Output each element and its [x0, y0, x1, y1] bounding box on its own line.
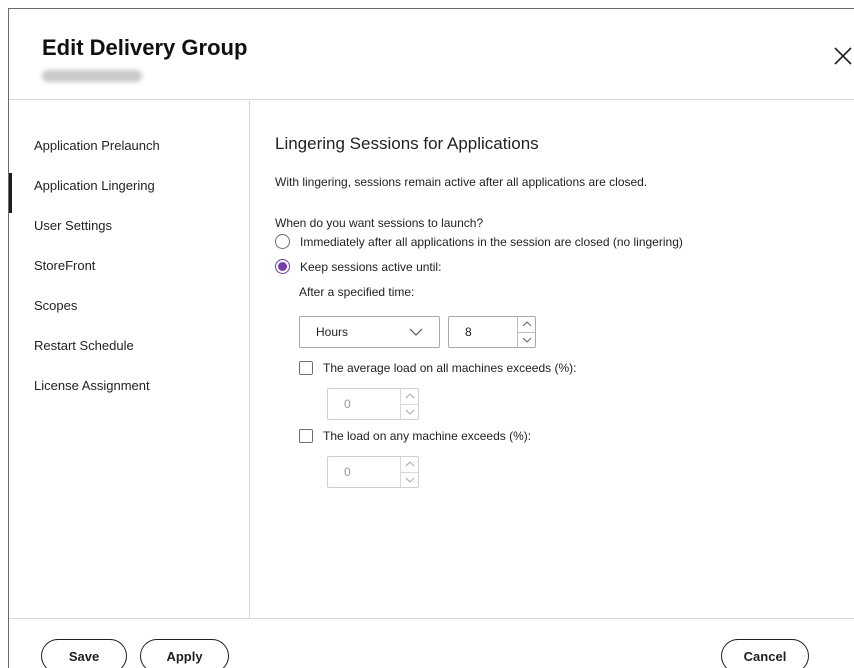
edit-delivery-group-dialog: Edit Delivery Group Application Prelaunc… [8, 8, 854, 668]
chevron-up-icon [405, 393, 414, 399]
after-specified-time-label: After a specified time: [299, 285, 415, 299]
checkbox-label: The average load on all machines exceeds… [323, 361, 577, 375]
sidebar-item-user-settings[interactable]: User Settings [9, 205, 249, 245]
sidebar-item-label: Scopes [34, 297, 78, 313]
dialog-header: Edit Delivery Group [9, 9, 854, 100]
close-button[interactable] [831, 44, 854, 68]
sidebar-item-label: StoreFront [34, 257, 96, 273]
sidebar-nav: Application Prelaunch Application Linger… [9, 101, 250, 618]
section-description: With lingering, sessions remain active a… [275, 175, 648, 189]
stepper-value: 0 [344, 465, 351, 479]
chevron-down-icon [522, 337, 531, 343]
sidebar-item-license-assignment[interactable]: License Assignment [9, 365, 249, 405]
sidebar-item-label: Application Lingering [34, 177, 155, 193]
main-content: Lingering Sessions for Applications With… [251, 101, 854, 618]
avg-load-checkbox-row[interactable]: The average load on all machines exceeds… [299, 361, 576, 375]
dialog-footer: Save Apply Cancel [9, 618, 854, 668]
any-load-checkbox-row[interactable]: The load on any machine exceeds (%): [299, 429, 531, 443]
stepper-up-button[interactable] [400, 389, 418, 404]
chevron-up-icon [522, 321, 531, 327]
stepper-value: 8 [465, 325, 472, 339]
sidebar-item-storefront[interactable]: StoreFront [9, 245, 249, 285]
redacted-subtitle [42, 70, 142, 82]
chevron-down-icon [405, 409, 414, 415]
close-icon [834, 47, 852, 65]
save-button[interactable]: Save [41, 639, 127, 668]
sidebar-item-restart-schedule[interactable]: Restart Schedule [9, 325, 249, 365]
sidebar-item-label: Application Prelaunch [34, 137, 160, 153]
sidebar-item-label: Restart Schedule [34, 337, 134, 353]
radio-label: Immediately after all applications in th… [300, 234, 683, 249]
radio-button-selected[interactable] [275, 259, 290, 274]
cancel-button[interactable]: Cancel [721, 639, 809, 668]
time-value-stepper[interactable]: 8 [448, 316, 536, 348]
time-unit-dropdown[interactable]: Hours [299, 316, 440, 348]
sidebar-item-application-prelaunch[interactable]: Application Prelaunch [9, 125, 249, 165]
stepper-down-button[interactable] [400, 471, 418, 487]
apply-button[interactable]: Apply [140, 639, 229, 668]
any-load-checkbox[interactable] [299, 429, 313, 443]
dropdown-value: Hours [316, 325, 349, 339]
chevron-up-icon [405, 461, 414, 467]
radio-button[interactable] [275, 234, 290, 249]
stepper-down-button[interactable] [400, 403, 418, 419]
chevron-down-icon [409, 328, 423, 336]
sidebar-item-application-lingering[interactable]: Application Lingering [9, 165, 249, 213]
stepper-value: 0 [344, 397, 351, 411]
chevron-down-icon [405, 477, 414, 483]
sidebar-item-label: User Settings [34, 217, 113, 233]
stepper-up-button[interactable] [400, 457, 418, 472]
radio-label: Keep sessions active until: [300, 259, 442, 274]
section-title: Lingering Sessions for Applications [275, 134, 539, 153]
avg-load-stepper[interactable]: 0 [327, 388, 419, 420]
sidebar-item-label: License Assignment [34, 377, 150, 393]
radio-keep-sessions-active[interactable]: Keep sessions active until: [275, 259, 441, 274]
checkbox-label: The load on any machine exceeds (%): [323, 429, 532, 443]
avg-load-checkbox[interactable] [299, 361, 313, 375]
launch-question: When do you want sessions to launch? [275, 216, 484, 230]
any-load-stepper[interactable]: 0 [327, 456, 419, 488]
radio-immediately[interactable]: Immediately after all applications in th… [275, 234, 683, 249]
sidebar-item-scopes[interactable]: Scopes [9, 285, 249, 325]
stepper-down-button[interactable] [517, 331, 535, 347]
stepper-up-button[interactable] [517, 317, 535, 332]
dialog-title: Edit Delivery Group [42, 35, 248, 60]
